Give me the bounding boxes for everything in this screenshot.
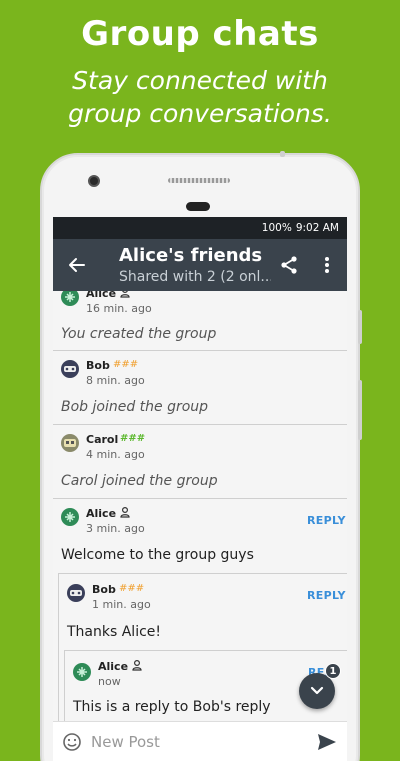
page-subtitle: Shared with 2 (2 onl...	[119, 269, 271, 285]
list-item: Alice 16 min. ago You created the group	[53, 291, 347, 351]
sensor-icon	[186, 202, 210, 211]
list-item: Carol ### 4 min. ago Carol joined the gr…	[53, 425, 347, 499]
post-text: Thanks Alice!	[67, 624, 162, 640]
share-button[interactable]	[271, 239, 307, 291]
badge-icon: ###	[113, 359, 139, 370]
post-text: Bob joined the group	[61, 399, 209, 415]
person-icon	[132, 660, 142, 671]
person-icon	[120, 291, 130, 298]
post-author: Alice	[86, 507, 117, 520]
promo-subtitle: Stay connected with group conversations.	[0, 64, 400, 130]
power-button	[358, 380, 362, 440]
composer: New Post	[53, 721, 347, 761]
back-button[interactable]	[53, 239, 101, 291]
unread-count-badge: 1	[325, 663, 341, 679]
app-bar: Alice's friends Shared with 2 (2 onl...	[53, 239, 347, 291]
post-time: 4 min. ago	[86, 448, 145, 461]
new-post-input[interactable]: New Post	[91, 733, 307, 751]
avatar-pattern-icon	[64, 366, 76, 372]
message-feed[interactable]: Alice 16 min. ago You created the group …	[53, 291, 347, 721]
post-time: now	[98, 675, 121, 688]
top-button	[280, 151, 285, 157]
speaker-grille	[168, 178, 230, 183]
avatar-pattern-icon	[64, 439, 76, 447]
badge-icon: ###	[120, 433, 146, 444]
post-author: Bob	[86, 359, 110, 372]
post-text: Carol joined the group	[61, 473, 218, 489]
person-icon	[120, 507, 130, 518]
share-icon	[281, 256, 297, 274]
promo-subtitle-line-2: group conversations.	[68, 99, 332, 128]
volume-button	[358, 310, 362, 344]
emoji-button[interactable]	[53, 722, 91, 761]
promo-title: Group chats	[81, 14, 319, 54]
post-author: Bob	[92, 583, 116, 596]
post-text: You created the group	[61, 326, 217, 342]
badge-icon: ###	[119, 583, 145, 594]
camera-icon	[88, 175, 100, 187]
clock: 9:02 AM	[295, 222, 339, 234]
post-time: 1 min. ago	[92, 598, 151, 611]
send-button[interactable]	[307, 722, 347, 761]
promo-subtitle-line-1: Stay connected with	[72, 66, 328, 95]
post-time: 8 min. ago	[86, 374, 145, 387]
reply-button[interactable]: REPLY	[307, 589, 346, 602]
list-item: Bob ### 8 min. ago Bob joined the group	[53, 351, 347, 425]
chevron-down-icon	[310, 686, 324, 695]
status-bar: 100% 9:02 AM	[53, 217, 347, 239]
reply-button[interactable]: REPLY	[307, 514, 346, 527]
avatar-pattern-icon	[70, 590, 82, 596]
post-author: Carol	[86, 433, 119, 446]
arrow-left-icon	[69, 258, 85, 272]
app-bar-titles: Alice's friends Shared with 2 (2 onl...	[119, 243, 271, 287]
avatar-pattern-icon	[65, 512, 75, 522]
post-author: Alice	[98, 660, 129, 673]
more-vert-icon	[325, 257, 329, 273]
post-time: 3 min. ago	[86, 522, 145, 535]
phone-screen: 100% 9:02 AM Alice's friends Shared with…	[53, 217, 347, 761]
post-text: This is a reply to Bob's reply	[73, 699, 271, 715]
avatar-pattern-icon	[65, 292, 75, 302]
emoji-icon	[63, 732, 81, 751]
avatar-pattern-icon	[77, 667, 87, 677]
post-author: Alice	[86, 291, 117, 300]
page-title: Alice's friends	[119, 245, 263, 266]
post-text: Welcome to the group guys	[61, 547, 254, 563]
send-icon	[318, 733, 336, 750]
battery-level: 100%	[261, 222, 292, 234]
post-time: 16 min. ago	[86, 302, 152, 315]
overflow-menu-button[interactable]	[307, 239, 347, 291]
